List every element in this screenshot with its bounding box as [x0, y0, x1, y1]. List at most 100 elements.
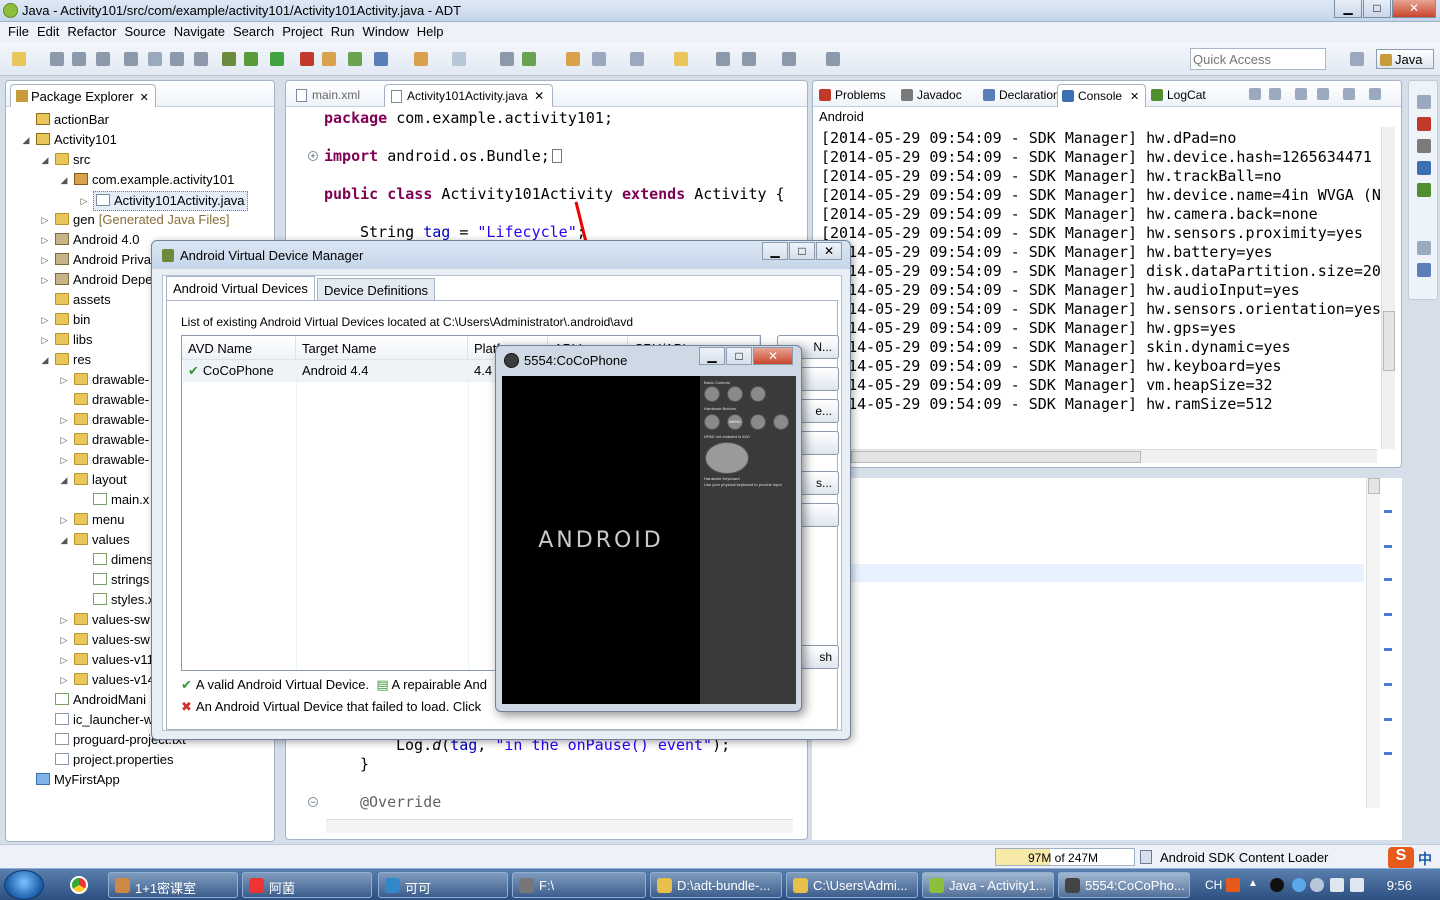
- overview-ruler-mark[interactable]: [1384, 613, 1392, 616]
- column-target-name[interactable]: Target Name: [296, 336, 468, 360]
- taskbar-item[interactable]: F:\: [512, 872, 646, 898]
- toolbar-action-icon[interactable]: [148, 52, 162, 66]
- menu-refactor[interactable]: Refactor: [65, 22, 122, 42]
- toolbar-action-icon[interactable]: [566, 52, 580, 66]
- tree-item[interactable]: AndroidMani: [55, 691, 146, 711]
- toolbar-action-icon[interactable]: [414, 52, 428, 66]
- tree-item[interactable]: ▷ Android Priva: [42, 251, 152, 271]
- expand-arrow-icon[interactable]: ▷: [39, 311, 51, 329]
- maximize-button[interactable]: □: [789, 242, 815, 260]
- search-button[interactable]: [773, 414, 789, 430]
- column-avd-name[interactable]: AVD Name: [182, 336, 296, 360]
- toolbar-action-icon[interactable]: [270, 52, 284, 66]
- toolbar-action-icon[interactable]: [782, 52, 796, 66]
- overview-ruler-mark[interactable]: [1384, 752, 1392, 755]
- expand-arrow-icon[interactable]: ▷: [39, 331, 51, 349]
- tree-item[interactable]: ▷ drawable-: [61, 431, 150, 451]
- menu-file[interactable]: File: [6, 22, 35, 42]
- view-toolbar-icon[interactable]: [1343, 88, 1355, 100]
- power-button[interactable]: [750, 386, 766, 402]
- code-line-import[interactable]: import android.os.Bundle;: [324, 147, 562, 165]
- tree-item[interactable]: ◢ Activity101: [23, 131, 117, 151]
- taskbar-item[interactable]: 5554:CoCoPho...: [1058, 872, 1190, 898]
- menu-button[interactable]: MENU: [727, 414, 743, 430]
- view-toolbar-icon[interactable]: [1249, 88, 1261, 100]
- view-toolbar-icon[interactable]: [1295, 88, 1307, 100]
- overview-ruler-mark[interactable]: [1384, 510, 1392, 513]
- code-line-close-brace[interactable]: }: [360, 755, 369, 773]
- console-vertical-scrollbar[interactable]: [1381, 127, 1395, 449]
- emulator-screen[interactable]: ANDROID: [502, 376, 700, 704]
- minimize-button[interactable]: ▁: [762, 242, 788, 260]
- clock[interactable]: 9:56: [1387, 878, 1412, 893]
- overview-ruler-mark[interactable]: [1384, 718, 1392, 721]
- editor-vertical-scrollbar[interactable]: [1366, 478, 1380, 808]
- tray-expand-icon[interactable]: ▲: [1248, 878, 1258, 889]
- menu-project[interactable]: Project: [280, 22, 328, 42]
- avd-platform-cell[interactable]: 4.4: [474, 363, 492, 378]
- editor-horizontal-scrollbar[interactable]: [326, 819, 793, 833]
- javadoc-icon[interactable]: [1417, 139, 1431, 153]
- expand-arrow-icon[interactable]: ◢: [58, 531, 70, 549]
- taskbar-item[interactable]: Java - Activity1...: [922, 872, 1054, 898]
- qq-icon[interactable]: [1270, 878, 1284, 892]
- expand-arrow-icon[interactable]: ◢: [58, 471, 70, 489]
- tab-declaration[interactable]: Declaration: [979, 84, 1066, 107]
- tree-item[interactable]: ◢ src: [42, 151, 91, 171]
- tab-console[interactable]: Console ✕: [1057, 84, 1147, 107]
- expand-arrow-icon[interactable]: ▷: [39, 231, 51, 249]
- expand-arrow-icon[interactable]: ▷: [58, 631, 70, 649]
- expand-arrow-icon[interactable]: ▷: [39, 271, 51, 289]
- restore-icon[interactable]: [1417, 95, 1431, 109]
- sogou-tray-icon[interactable]: [1226, 878, 1240, 892]
- toolbar-action-icon[interactable]: [522, 52, 536, 66]
- overview-ruler-mark[interactable]: [1384, 648, 1392, 651]
- tree-item[interactable]: drawable-: [74, 391, 149, 411]
- overview-ruler-mark[interactable]: [1384, 578, 1392, 581]
- restore-icon[interactable]: [1417, 241, 1431, 255]
- network-icon[interactable]: [1330, 878, 1344, 892]
- scrollbar-thumb[interactable]: [1368, 478, 1380, 494]
- menu-window[interactable]: Window: [361, 22, 415, 42]
- view-toolbar-icon[interactable]: [1369, 88, 1381, 100]
- expand-arrow-icon[interactable]: ▷: [58, 371, 70, 389]
- ime-mode-label[interactable]: 中: [1418, 849, 1432, 869]
- toolbar-action-icon[interactable]: [592, 52, 606, 66]
- sogou-ime-icon[interactable]: S: [1388, 847, 1414, 869]
- tree-item[interactable]: ▷ Activity101Activity.java: [81, 191, 248, 211]
- tree-item[interactable]: ▷ menu: [61, 511, 125, 531]
- tab-javadoc[interactable]: Javadoc: [897, 84, 968, 107]
- tree-item[interactable]: ▷ drawable-: [61, 411, 150, 431]
- tree-item[interactable]: main.x: [93, 491, 149, 511]
- toolbar-action-icon[interactable]: [50, 52, 64, 66]
- tree-item[interactable]: ▷ bin: [42, 311, 91, 331]
- expand-arrow-icon[interactable]: ◢: [58, 171, 70, 189]
- tree-item[interactable]: ◢ layout: [61, 471, 127, 491]
- tree-item[interactable]: ▷ Android 4.0: [42, 231, 140, 251]
- toolbar-action-icon[interactable]: [322, 52, 336, 66]
- garbage-collect-icon[interactable]: [1140, 850, 1152, 864]
- avd-target-cell[interactable]: Android 4.4: [302, 363, 369, 378]
- close-icon[interactable]: ✕: [534, 89, 544, 103]
- java-perspective-button[interactable]: Java: [1376, 49, 1434, 69]
- tab-android-virtual-devices[interactable]: Android Virtual Devices: [166, 276, 315, 300]
- toolbar-action-icon[interactable]: [348, 52, 362, 66]
- close-icon[interactable]: ✕: [1130, 91, 1139, 103]
- taskbar-item[interactable]: 可可: [378, 872, 508, 898]
- toolbar-action-icon[interactable]: [124, 52, 138, 66]
- tree-item[interactable]: ▷ gen [Generated Java Files]: [42, 211, 230, 231]
- toolbar-action-icon[interactable]: [674, 52, 688, 66]
- volume-icon[interactable]: [1350, 878, 1364, 892]
- expand-arrow-icon[interactable]: ▷: [58, 431, 70, 449]
- console-icon[interactable]: [1417, 161, 1431, 175]
- menu-navigate[interactable]: Navigate: [172, 22, 231, 42]
- quick-access-input[interactable]: [1190, 48, 1326, 70]
- heap-status[interactable]: 97M of 247M: [995, 848, 1135, 866]
- volume-down-button[interactable]: [704, 386, 720, 402]
- toolbar-action-icon[interactable]: [374, 52, 388, 66]
- back-button[interactable]: [750, 414, 766, 430]
- expand-arrow-icon[interactable]: ▷: [39, 211, 51, 229]
- avd-name-cell[interactable]: ✔ CoCoPhone: [188, 363, 274, 379]
- language-indicator[interactable]: CH: [1205, 878, 1222, 892]
- taskbar-item[interactable]: 1+1密课室: [108, 872, 238, 898]
